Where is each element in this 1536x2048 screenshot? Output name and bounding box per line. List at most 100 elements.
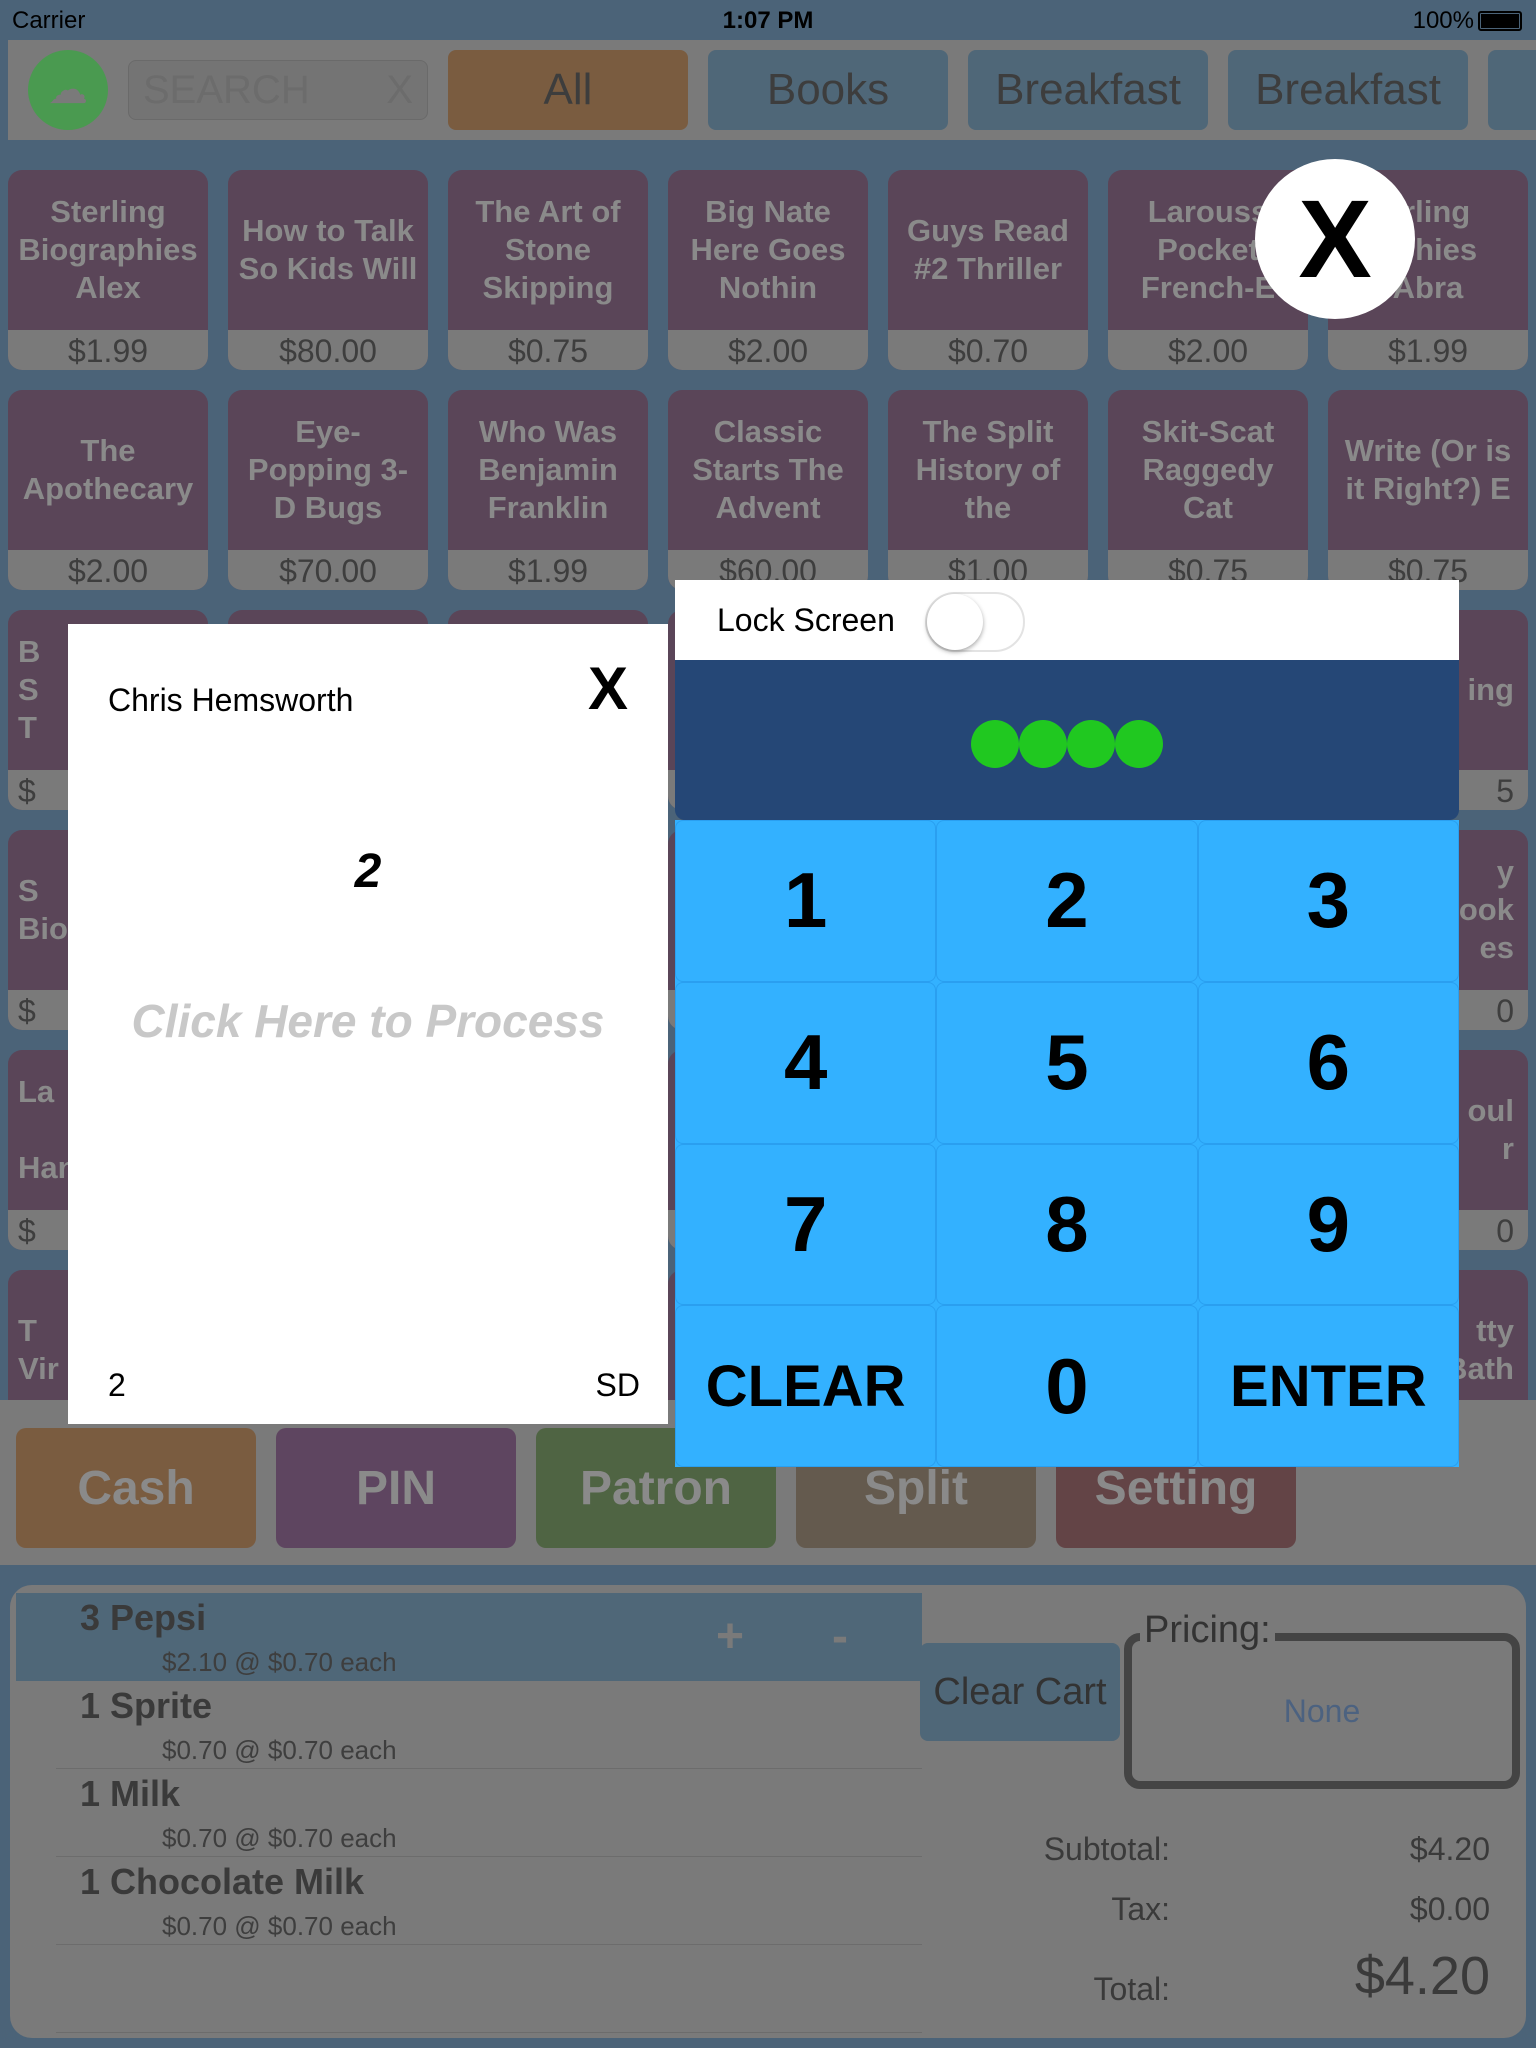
lock-screen-label: Lock Screen [717, 602, 895, 638]
item-subtitle: $0.70 @ $0.70 each [162, 1735, 397, 1765]
product-name: Guys Read #2 Thriller [907, 213, 1069, 286]
product-tile[interactable]: The Art of Stone Skipping $0.75 [448, 170, 648, 370]
card-footer-left: 2 [108, 1367, 126, 1403]
key-1[interactable]: 1 [675, 820, 937, 982]
keypad: 1 2 3 4 5 6 7 8 9 CLEAR 0 ENTER [675, 820, 1459, 1467]
key-clear[interactable]: CLEAR [675, 1305, 937, 1467]
cash-button[interactable]: Cash [16, 1428, 256, 1548]
product-tile[interactable]: Guys Read #2 Thriller $0.70 [888, 170, 1088, 370]
pricing-select[interactable]: None [1124, 1633, 1520, 1789]
close-overlay-button[interactable]: X [1255, 159, 1415, 319]
product-price: $2.00 [668, 330, 868, 370]
key-7[interactable]: 7 [675, 1143, 937, 1306]
product-name: Eye- Popping 3- D Bugs [247, 414, 409, 525]
key-4[interactable]: 4 [675, 981, 937, 1144]
subtotal-value: $4.20 [1409, 1831, 1490, 1867]
key-6[interactable]: 6 [1197, 981, 1459, 1144]
product-price: $0.75 [448, 330, 648, 370]
product-name: Write (Or is it Right?) E [1344, 433, 1512, 506]
pin-dot [971, 720, 1019, 768]
key-5[interactable]: 5 [936, 981, 1198, 1144]
product-tile[interactable]: How to Talk So Kids Will $80.00 [228, 170, 428, 370]
product-tile[interactable]: Skit-Scat Raggedy Cat $0.75 [1108, 390, 1308, 590]
product-name: Who Was Benjamin Franklin [478, 414, 618, 525]
product-price: $1.99 [8, 330, 208, 370]
product-name: The Apothecary [22, 433, 194, 506]
process-button[interactable]: Click Here to Process [68, 994, 668, 1048]
product-tile[interactable]: Eye- Popping 3- D Bugs $70.00 [228, 390, 428, 590]
tab-breakfast-2[interactable]: Breakfast [1228, 50, 1468, 130]
clock: 1:07 PM [722, 7, 814, 34]
cart-item[interactable]: 1 Chocolate Milk $0.70 @ $0.70 each [56, 1857, 922, 1945]
item-subtitle: $0.70 @ $0.70 each [162, 1823, 397, 1853]
tax-label: Tax: [1111, 1891, 1170, 1927]
item-subtitle: $2.10 @ $0.70 each [162, 1647, 397, 1677]
product-name: How to Talk So Kids Will [238, 213, 418, 286]
cart-panel: 3 Pepsi $2.10 @ $0.70 each + - 1 Sprite … [10, 1585, 1526, 2038]
item-subtitle: $0.70 @ $0.70 each [162, 1911, 397, 1941]
battery-status: 100% [1413, 7, 1522, 35]
product-price: $0.70 [888, 330, 1088, 370]
item-title: 1 Sprite [80, 1685, 213, 1726]
product-price: $1.99 [448, 550, 648, 590]
product-tile[interactable]: Who Was Benjamin Franklin $1.99 [448, 390, 648, 590]
decrement-button[interactable]: - [832, 1609, 848, 1664]
item-title: 3 Pepsi [80, 1597, 207, 1638]
cloud-upload-icon[interactable]: ☁ [28, 50, 108, 130]
product-price: $70.00 [228, 550, 428, 590]
battery-icon [1478, 11, 1522, 31]
total-value: $4.20 [1354, 1946, 1490, 2006]
product-price: $2.00 [8, 550, 208, 590]
customer-name: Chris Hemsworth [108, 682, 354, 718]
product-tile[interactable]: Big Nate Here Goes Nothin $2.00 [668, 170, 868, 370]
tab-books[interactable]: Books [708, 50, 948, 130]
customer-card: Chris Hemsworth X 2 Click Here to Proces… [68, 624, 668, 1424]
tab-breakfast[interactable]: Breakfast [968, 50, 1208, 130]
status-bar: Carrier 1:07 PM 100% [0, 0, 1536, 40]
key-2[interactable]: 2 [936, 820, 1198, 982]
product-name: Big Nate Here Goes Nothin [690, 194, 846, 305]
product-price: $1.99 [1328, 330, 1528, 370]
product-name: Classic Starts The Advent [692, 414, 844, 525]
key-8[interactable]: 8 [936, 1143, 1198, 1306]
pin-display [675, 660, 1459, 820]
tax-value: $0.00 [1409, 1891, 1490, 1927]
product-tile[interactable]: Classic Starts The Advent $60.00 [668, 390, 868, 590]
pin-dot [1115, 720, 1163, 768]
key-enter[interactable]: ENTER [1197, 1305, 1459, 1467]
pin-dot [1067, 720, 1115, 768]
product-tile[interactable]: Write (Or is it Right?) E $0.75 [1328, 390, 1528, 590]
key-3[interactable]: 3 [1197, 820, 1459, 982]
increment-button[interactable]: + [716, 1609, 744, 1664]
key-0[interactable]: 0 [936, 1305, 1198, 1467]
search-clear-icon[interactable]: X [386, 68, 413, 113]
product-price: $2.00 [1108, 330, 1308, 370]
cart-item[interactable]: 1 Milk $0.70 @ $0.70 each [56, 1769, 922, 1857]
product-tile[interactable]: Sterling Biographies Alex $1.99 [8, 170, 208, 370]
product-tile[interactable]: The Split History of the $1.00 [888, 390, 1088, 590]
pin-dot [1019, 720, 1067, 768]
clear-cart-button[interactable]: Clear Cart [920, 1643, 1120, 1741]
pin-button[interactable]: PIN [276, 1428, 516, 1548]
product-price: $80.00 [228, 330, 428, 370]
lock-screen-toggle[interactable] [925, 592, 1025, 652]
customer-number: 2 [354, 845, 382, 898]
cart-item[interactable]: 3 Pepsi $2.10 @ $0.70 each + - [16, 1593, 922, 1681]
tab-more[interactable] [1488, 50, 1536, 130]
close-card-button[interactable]: X [588, 654, 628, 723]
product-tile[interactable]: The Apothecary $2.00 [8, 390, 208, 590]
item-title: 1 Milk [80, 1773, 181, 1814]
pricing-label: Pricing: [1140, 1609, 1275, 1652]
cart-item[interactable]: 1 Sprite $0.70 @ $0.70 each [56, 1681, 922, 1769]
product-name: Skit-Scat Raggedy Cat [1141, 414, 1275, 525]
tab-all[interactable]: All [448, 50, 688, 130]
item-title: 1 Chocolate Milk [80, 1861, 365, 1902]
card-footer-right: SD [595, 1367, 640, 1403]
category-bar: ☁ SEARCH X All Books Breakfast Breakfast [8, 40, 1536, 140]
product-name: The Art of Stone Skipping [475, 194, 621, 305]
cart-empty-row [56, 1945, 922, 2033]
product-name: Sterling Biographies Alex [18, 194, 198, 305]
search-input[interactable]: SEARCH X [128, 60, 428, 120]
key-9[interactable]: 9 [1197, 1143, 1459, 1306]
total-label: Total: [1093, 1971, 1170, 2007]
